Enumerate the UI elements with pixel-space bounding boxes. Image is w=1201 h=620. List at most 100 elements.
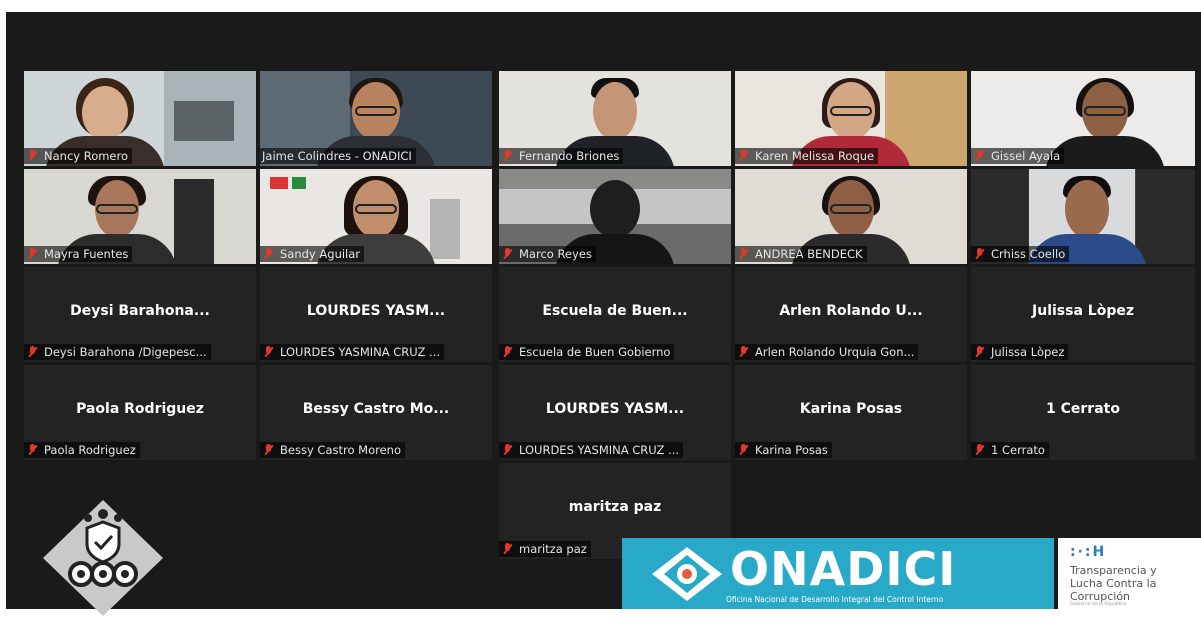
participant-name: Escuela de Buen Gobierno [519,345,671,359]
participant-tile[interactable]: Escuela de Buen... Escuela de Buen Gobie… [499,267,731,362]
participant-tile[interactable]: Bessy Castro Mo... Bessy Castro Moreno [260,365,492,460]
participant-name: Paola Rodriguez [44,443,136,457]
participant-tile[interactable]: Julissa Lòpez Julissa Lòpez [971,267,1195,362]
participant-tile[interactable]: Mayra Fuentes [24,169,256,264]
participant-nameplate: maritza paz [499,541,591,557]
microphone-muted-icon [262,345,276,359]
participant-nameplate: Arlen Rolando Urquia Gon... [735,344,919,360]
participant-tile[interactable]: Sandy Aguilar [260,169,492,264]
onadici-banner: ONADICI Oficina Nacional de Desarrollo I… [622,538,1054,609]
participant-name: Mayra Fuentes [44,247,129,261]
participant-nameplate: Bessy Castro Moreno [260,442,405,458]
participant-name: Karina Posas [755,443,828,457]
participant-nameplate: Karen Melissa Roque [735,148,879,164]
tlc-mark: :·:H [1070,544,1107,560]
participant-display-name: Julissa Lòpez [1032,303,1134,319]
participant-tile[interactable]: Arlen Rolando U... Arlen Rolando Urquia … [735,267,967,362]
microphone-muted-icon [973,149,987,163]
microphone-muted-icon [737,247,751,261]
participant-name: Bessy Castro Moreno [280,443,401,457]
participant-nameplate: LOURDES YASMINA CRUZ ... [499,442,684,458]
participant-display-name: Bessy Castro Mo... [302,401,450,417]
participant-nameplate: LOURDES YASMINA CRUZ ... [260,344,445,360]
participant-name: LOURDES YASMINA CRUZ ... [519,443,680,457]
participant-nameplate: Crhiss Coello [971,246,1070,262]
microphone-muted-icon [501,345,515,359]
participant-name: Crhiss Coello [991,247,1066,261]
participant-display-name: Arlen Rolando U... [779,303,923,319]
participant-nameplate: Karina Posas [735,442,832,458]
participant-tile[interactable]: Nancy Romero [24,71,256,166]
participant-tile[interactable]: LOURDES YASM... LOURDES YASMINA CRUZ ... [260,267,492,362]
participant-name: Sandy Aguilar [280,247,361,261]
onadici-subtitle: Oficina Nacional de Desarrollo Integral … [726,595,944,604]
microphone-muted-icon [501,443,515,457]
tlc-line2: Lucha Contra la [1070,577,1157,590]
participant-name: Marco Reyes [519,247,592,261]
microphone-muted-icon [501,542,515,556]
participant-tile[interactable]: ANDREA BENDECK [735,169,967,264]
participant-nameplate: Deysi Barahona /Digepesc... [24,344,211,360]
participant-display-name: LOURDES YASM... [545,401,685,417]
participant-display-name: Deysi Barahona... [70,303,210,319]
participant-display-name: Karina Posas [799,401,903,417]
participant-nameplate: Jaime Colindres - ONADICI [260,148,416,164]
participant-name: Fernando Briones [519,149,620,163]
participant-tile[interactable]: Paola Rodriguez Paola Rodriguez [24,365,256,460]
participant-display-name: Paola Rodriguez [76,401,204,417]
microphone-muted-icon [973,443,987,457]
participant-name: Arlen Rolando Urquia Gon... [755,345,915,359]
microphone-muted-icon [973,247,987,261]
microphone-muted-icon [26,443,40,457]
microphone-muted-icon [737,149,751,163]
participant-display-name: 1 Cerrato [1046,401,1120,417]
participant-nameplate: Paola Rodriguez [24,442,140,458]
microphone-muted-icon [26,247,40,261]
onadici-wordmark: ONADICI [730,542,957,596]
participant-nameplate: Sandy Aguilar [260,246,365,262]
participant-name: Deysi Barahona /Digepesc... [44,345,207,359]
microphone-muted-icon [973,345,987,359]
participant-tile[interactable]: Karina Posas Karina Posas [735,365,967,460]
participant-name: Nancy Romero [44,149,129,163]
microphone-muted-icon [26,345,40,359]
microphone-muted-icon [262,443,276,457]
participant-tile[interactable]: Gissel Ayala [971,71,1195,166]
microphone-muted-icon [501,149,515,163]
participant-tile[interactable]: Deysi Barahona... Deysi Barahona /Digepe… [24,267,256,362]
onadici-emblem-icon [652,547,722,601]
participant-name: maritza paz [519,542,587,556]
participant-display-name: maritza paz [568,499,662,515]
participant-tile[interactable]: Karen Melissa Roque [735,71,967,166]
participant-tile[interactable]: Marco Reyes [499,169,731,264]
participant-display-name: Escuela de Buen... [542,303,688,319]
tlc-tiny: Gobierno de la República [1070,602,1127,607]
participant-name: LOURDES YASMINA CRUZ ... [280,345,441,359]
participant-name: 1 Cerrato [991,443,1045,457]
participant-nameplate: 1 Cerrato [971,442,1049,458]
microphone-muted-icon [737,345,751,359]
participant-nameplate: Mayra Fuentes [24,246,133,262]
participant-tile[interactable]: Fernando Briones [499,71,731,166]
participant-name: Karen Melissa Roque [755,149,875,163]
participant-tile-active-speaker[interactable]: Jaime Colindres - ONADICI [260,71,492,166]
participant-display-name: LOURDES YASM... [306,303,446,319]
microphone-muted-icon [262,247,276,261]
microphone-muted-icon [737,443,751,457]
participant-nameplate: Nancy Romero [24,148,133,164]
participant-nameplate: ANDREA BENDECK [735,246,867,262]
microphone-muted-icon [26,149,40,163]
participant-nameplate: Marco Reyes [499,246,596,262]
participant-nameplate: Gissel Ayala [971,148,1065,164]
participant-tile[interactable]: Crhiss Coello [971,169,1195,264]
participant-name: Julissa Lòpez [991,345,1065,359]
transparency-logo: :·:H Transparencia y Lucha Contra la Cor… [1058,538,1201,609]
participant-tile[interactable]: 1 Cerrato 1 Cerrato [971,365,1195,460]
participant-nameplate: Julissa Lòpez [971,344,1069,360]
participant-name: Gissel Ayala [991,149,1061,163]
participant-nameplate: Escuela de Buen Gobierno [499,344,675,360]
participant-nameplate: Fernando Briones [499,148,624,164]
shield-gears-icon [43,500,163,616]
participant-tile[interactable]: LOURDES YASM... LOURDES YASMINA CRUZ ... [499,365,731,460]
microphone-muted-icon [501,247,515,261]
